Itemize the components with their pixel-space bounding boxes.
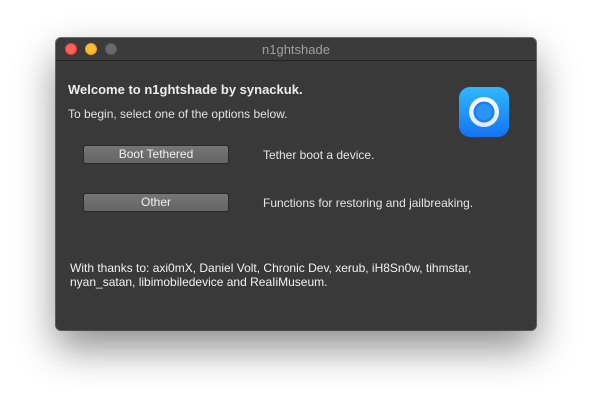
- other-button[interactable]: Other: [83, 193, 229, 212]
- window-title: n1ghtshade: [262, 42, 330, 57]
- other-description: Functions for restoring and jailbreaking…: [263, 196, 474, 210]
- welcome-heading: Welcome to n1ghtshade by synackuk.: [68, 82, 303, 97]
- app-icon: [459, 87, 509, 137]
- main-content: Welcome to n1ghtshade by synackuk. To be…: [56, 61, 536, 330]
- n1ghtshade-app-icon: [459, 87, 509, 137]
- app-window: n1ghtshade Welcome to n1ghtshade by syna…: [56, 38, 536, 330]
- title-bar[interactable]: n1ghtshade: [56, 38, 536, 61]
- instruction-text: To begin, select one of the options belo…: [68, 107, 288, 121]
- boot-tethered-description: Tether boot a device.: [263, 148, 375, 162]
- boot-tethered-button[interactable]: Boot Tethered: [83, 145, 229, 164]
- credits-text: With thanks to: axi0mX, Daniel Volt, Chr…: [70, 261, 472, 289]
